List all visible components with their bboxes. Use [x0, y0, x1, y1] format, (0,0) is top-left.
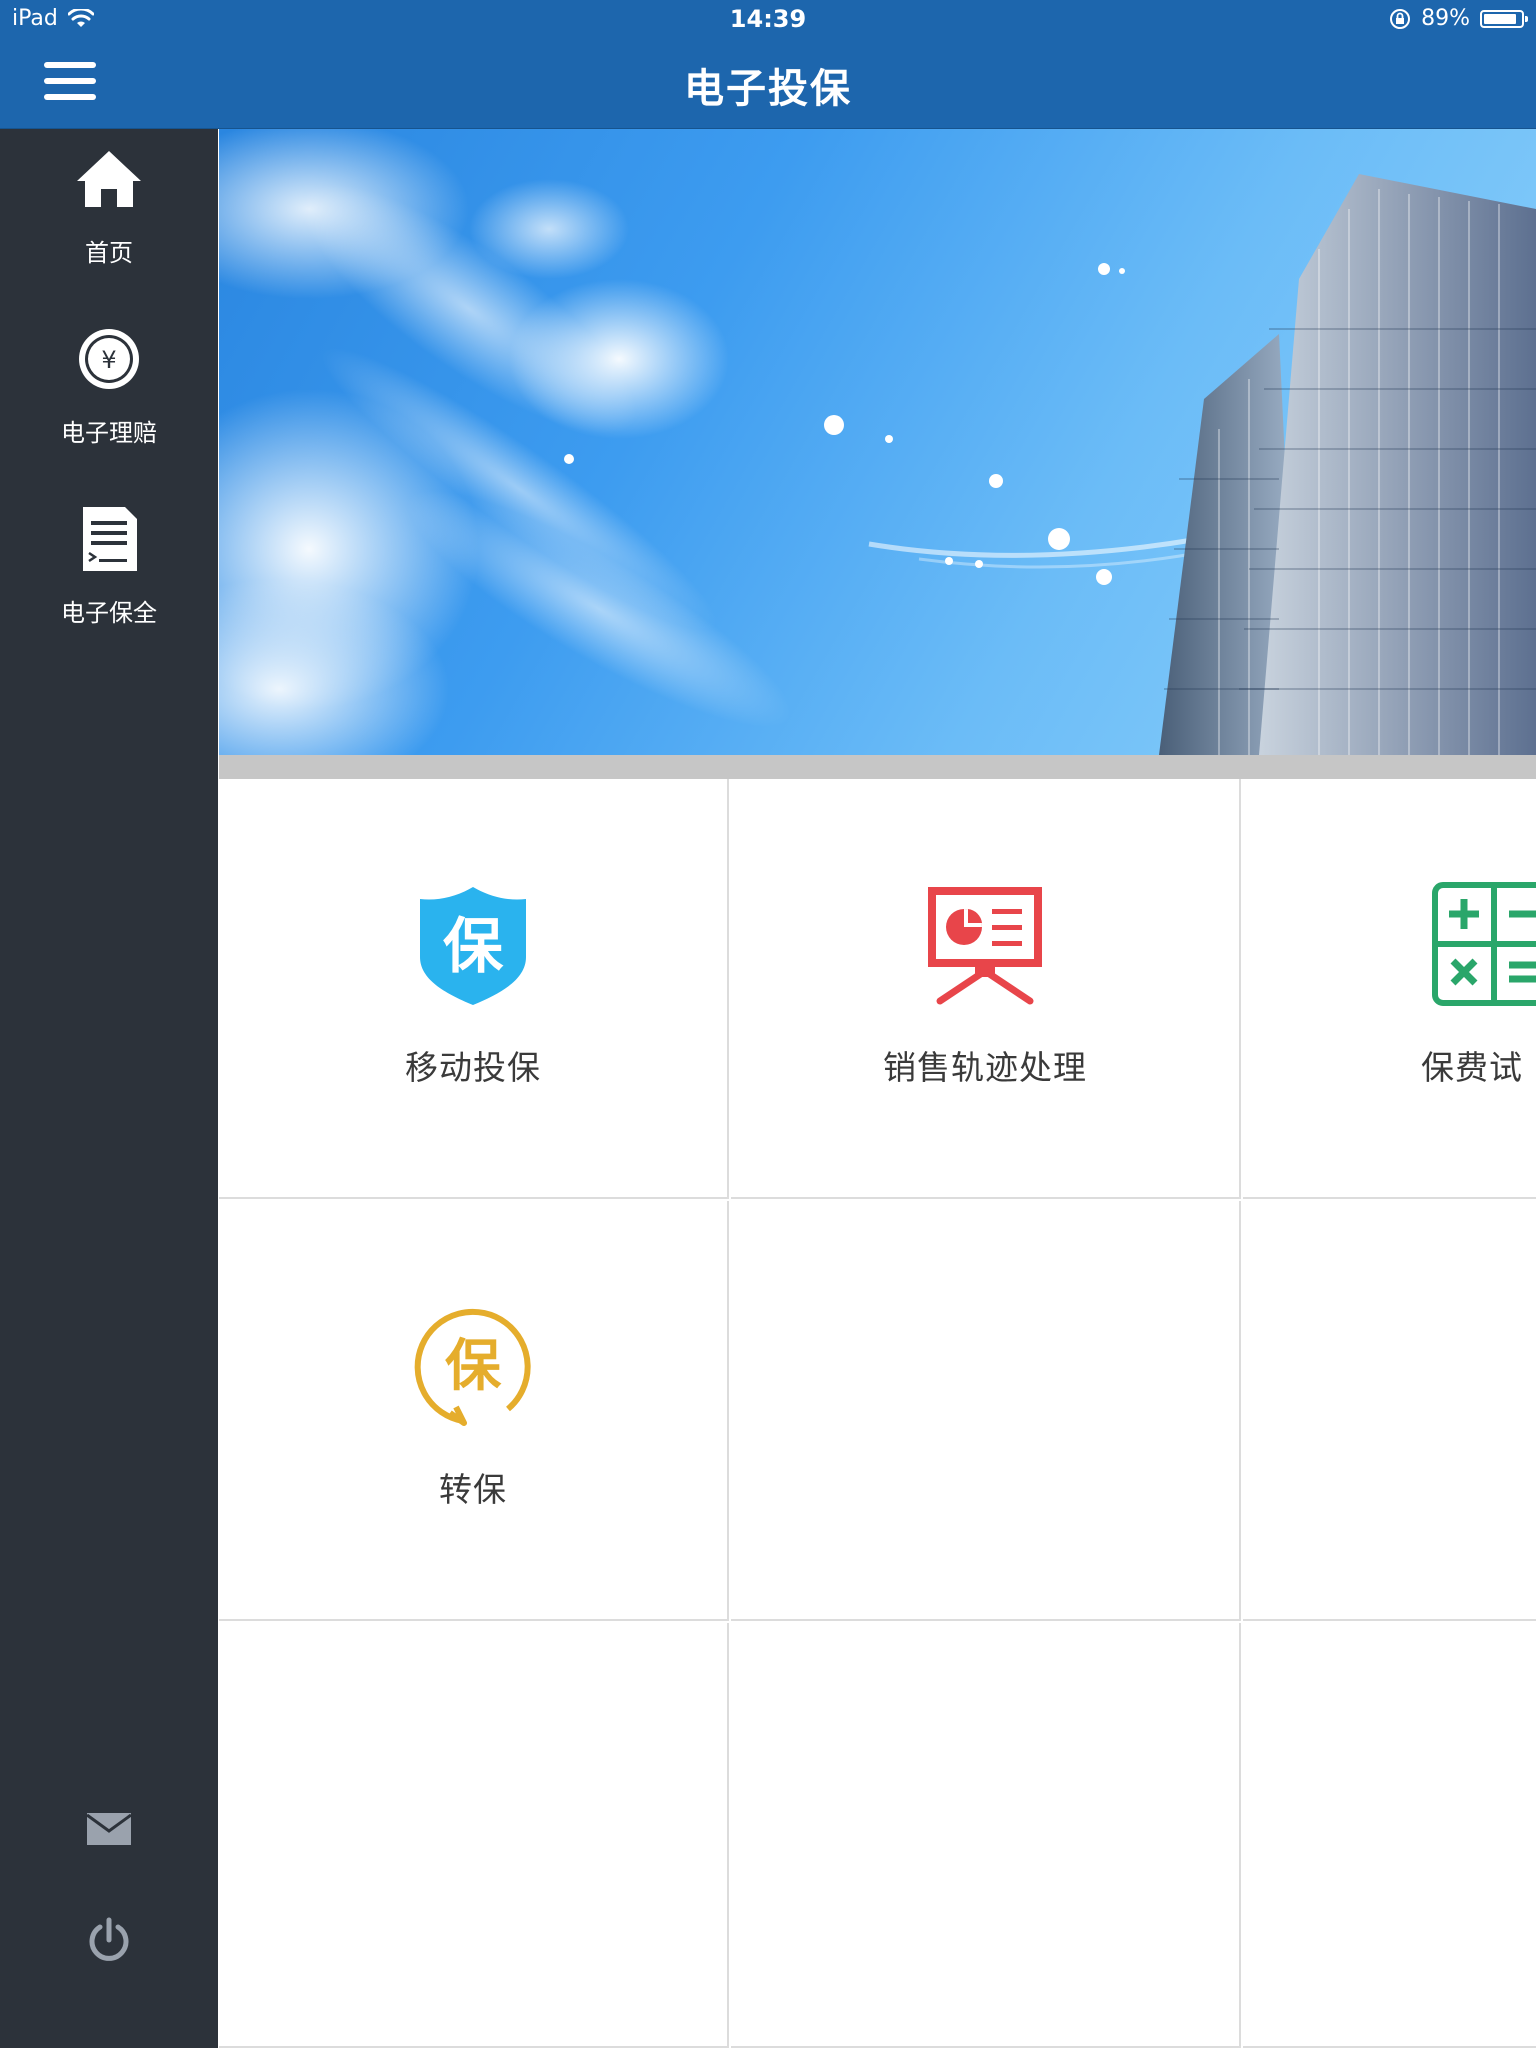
tile-empty [1243, 1201, 1536, 1621]
presentation-board-icon [928, 887, 1042, 1005]
shield-bao-icon: 保 [420, 887, 526, 1005]
page-title: 电子投保 [684, 66, 852, 112]
tile-mobile-insure[interactable]: 保 移动投保 [219, 779, 729, 1199]
sidebar-item-label: 电子保全 [61, 599, 157, 627]
mail-icon [86, 1813, 132, 1845]
power-icon [89, 1917, 129, 1961]
tile-empty [1243, 1623, 1536, 2048]
function-grid: 保 移动投保 销售轨迹处理 保费试 保 转保 [219, 779, 1536, 2048]
sidebar-item-claims[interactable]: ¥ 电子理赔 [0, 323, 218, 448]
transfer-bao-icon: 保 [414, 1308, 531, 1426]
tile-label: 转保 [439, 1470, 507, 1509]
tile-empty [219, 1623, 729, 2048]
battery-icon [1480, 9, 1528, 28]
tile-transfer-insure[interactable]: 保 转保 [219, 1201, 729, 1621]
tile-empty [731, 1623, 1241, 2048]
svg-text:保: 保 [445, 1334, 502, 1399]
status-bar: iPad 14:39 89% [0, 0, 1536, 40]
banner-divider [219, 755, 1536, 779]
sidebar-item-home[interactable]: 首页 [0, 143, 218, 268]
top-bar: iPad 14:39 89% 电子投保 [0, 0, 1536, 129]
rotation-lock-icon [1390, 8, 1411, 29]
tile-label: 销售轨迹处理 [883, 1048, 1087, 1087]
svg-text:保: 保 [443, 912, 504, 982]
battery-fill [1484, 13, 1517, 24]
home-icon [77, 151, 141, 207]
status-time: 14:39 [729, 5, 807, 33]
power-button[interactable] [0, 1916, 218, 1968]
tile-label: 保费试 [1421, 1048, 1523, 1087]
banner-image [219, 129, 1536, 755]
battery-percent: 89% [1421, 6, 1470, 31]
document-icon [83, 507, 137, 571]
sidebar: 首页 ¥ 电子理赔 电子保全 [0, 129, 218, 2048]
mail-button[interactable] [0, 1809, 218, 1853]
tile-label: 移动投保 [405, 1048, 541, 1087]
sidebar-item-label: 电子理赔 [61, 419, 157, 447]
tile-empty [731, 1201, 1241, 1621]
sidebar-item-label: 首页 [85, 239, 133, 267]
calculator-icon [1432, 882, 1536, 1006]
tile-premium-calc[interactable]: 保费试 [1243, 779, 1536, 1199]
tile-sales-track[interactable]: 销售轨迹处理 [731, 779, 1241, 1199]
banner [219, 129, 1536, 755]
yen-circle-icon: ¥ [79, 329, 139, 389]
status-right: 89% [1389, 6, 1528, 31]
sidebar-item-preservation[interactable]: 电子保全 [0, 503, 218, 628]
svg-text:¥: ¥ [101, 346, 116, 374]
